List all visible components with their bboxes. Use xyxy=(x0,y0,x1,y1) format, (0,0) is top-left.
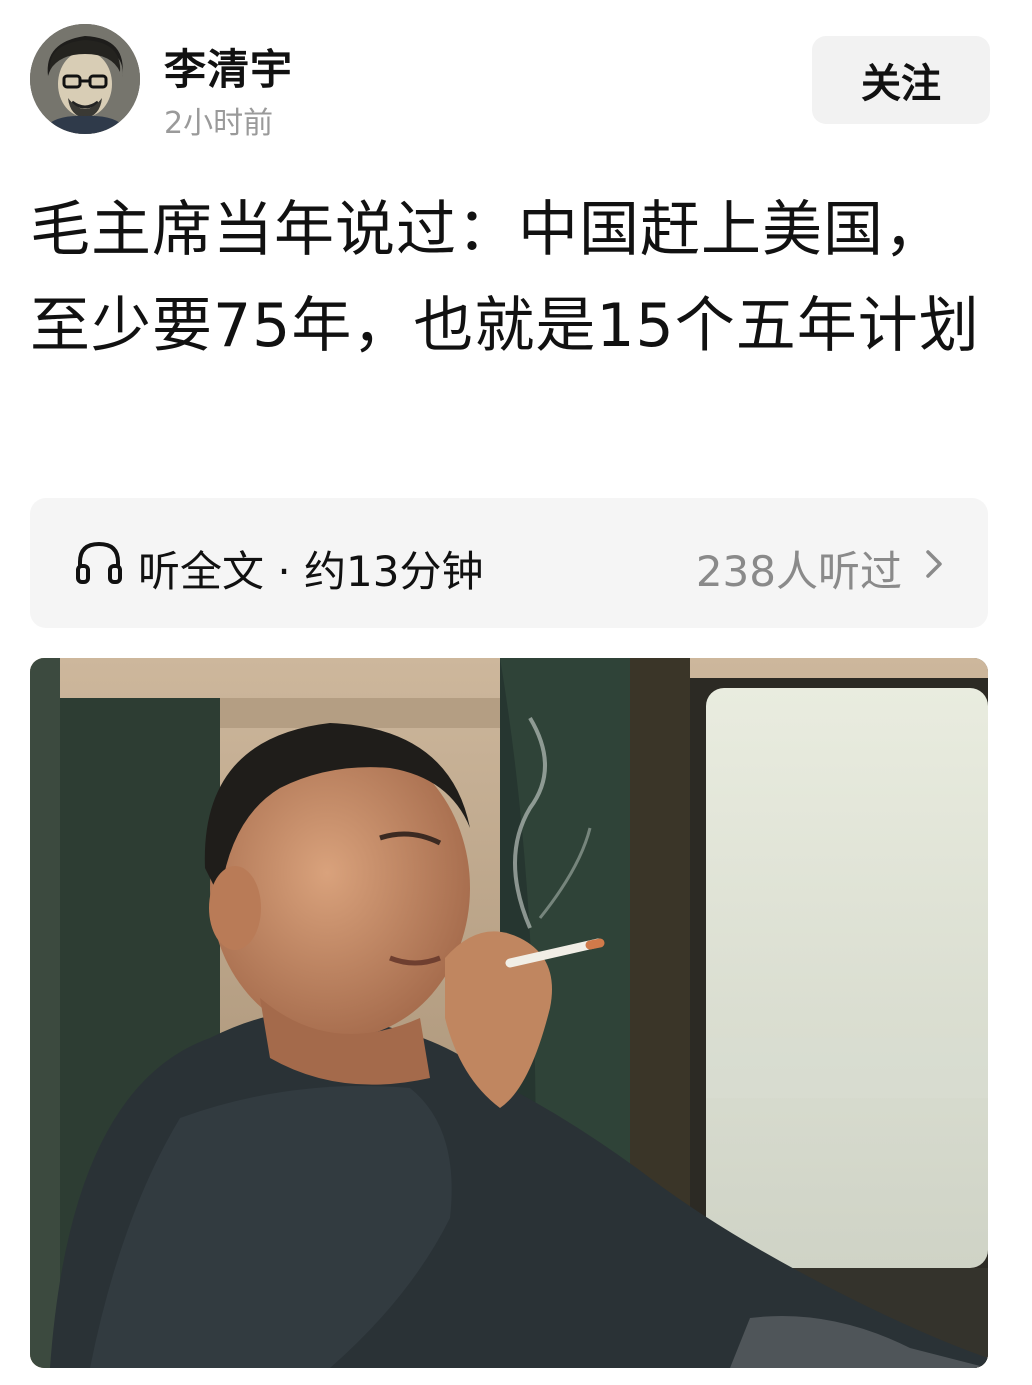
historical-portrait-photo-icon xyxy=(30,658,988,1368)
follow-button[interactable]: 关注 xyxy=(812,36,990,124)
post-title[interactable]: 毛主席当年说过：中国赶上美国，至少要75年，也就是15个五年计划 xyxy=(30,182,990,374)
avatar-illustration-icon xyxy=(30,24,140,134)
article-photo[interactable] xyxy=(30,658,988,1368)
listen-full-text-bar[interactable]: 听全文 · 约13分钟 238人听过 xyxy=(30,498,988,628)
listen-count: 238人听过 xyxy=(695,547,902,596)
author-row: 李清宇 2小时前 关注 xyxy=(30,24,990,141)
chevron-right-icon xyxy=(926,550,942,578)
author-name[interactable]: 李清宇 xyxy=(164,36,293,97)
headphone-icon xyxy=(76,541,122,584)
listen-label: 听全文 · 约13分钟 xyxy=(138,547,484,596)
author-avatar[interactable] xyxy=(30,24,140,134)
post-time: 2小时前 xyxy=(164,106,274,141)
